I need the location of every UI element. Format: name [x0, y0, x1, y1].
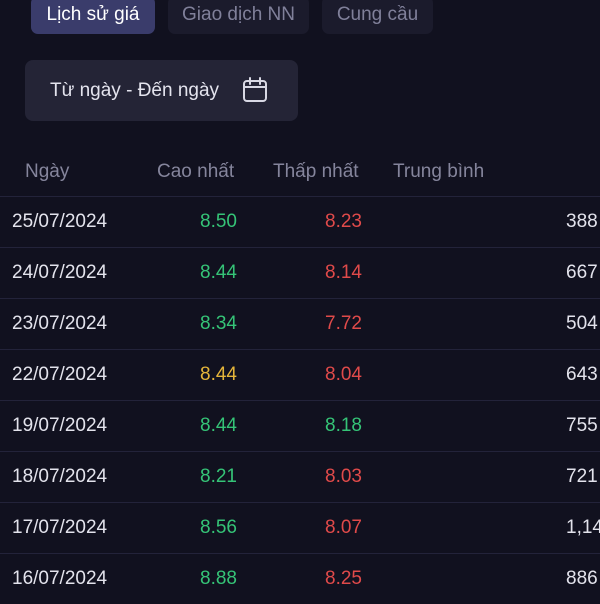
table-row[interactable]: 23/07/2024 8.34 7.72 504: [0, 298, 600, 349]
cell-high: 8.44: [200, 262, 237, 283]
table-row[interactable]: 17/07/2024 8.56 8.07 1,149: [0, 502, 600, 553]
table-row[interactable]: 24/07/2024 8.44 8.14 667: [0, 247, 600, 298]
cell-high: 8.44: [200, 364, 237, 385]
date-range-label: Từ ngày - Đến ngày: [50, 80, 220, 101]
cell-date: 25/07/2024: [12, 211, 108, 232]
cell-low: 8.25: [325, 568, 362, 589]
cell-average: 886: [566, 568, 598, 589]
cell-date: 24/07/2024: [12, 262, 108, 283]
cell-high: 8.50: [200, 211, 237, 232]
tab-foreign-trading[interactable]: Giao dịch NN: [168, 0, 309, 34]
price-history-table: 25/07/2024 8.50 8.23 388 24/07/2024 8.44…: [0, 196, 600, 604]
cell-average: 1,149: [566, 517, 600, 538]
header-date[interactable]: Ngày: [25, 158, 69, 186]
cell-low: 8.14: [325, 262, 362, 283]
cell-date: 19/07/2024: [12, 415, 108, 436]
cell-low: 8.23: [325, 211, 362, 232]
cell-date: 23/07/2024: [12, 313, 108, 334]
cell-high: 8.44: [200, 415, 237, 436]
calendar-icon[interactable]: [242, 77, 268, 103]
cell-date: 22/07/2024: [12, 364, 108, 385]
table-row[interactable]: 25/07/2024 8.50 8.23 388: [0, 196, 600, 247]
cell-average: 643: [566, 364, 598, 385]
cell-high: 8.34: [200, 313, 237, 334]
header-high[interactable]: Cao nhất: [157, 158, 234, 186]
tab-supply-demand[interactable]: Cung cầu: [322, 0, 433, 34]
cell-low: 8.18: [325, 415, 362, 436]
cell-high: 8.21: [200, 466, 237, 487]
cell-average: 667: [566, 262, 598, 283]
cell-low: 7.72: [325, 313, 362, 334]
cell-average: 755: [566, 415, 598, 436]
cell-average: 388: [566, 211, 598, 232]
cell-high: 8.56: [200, 517, 237, 538]
cell-high: 8.88: [200, 568, 237, 589]
table-row[interactable]: 16/07/2024 8.88 8.25 886: [0, 553, 600, 604]
header-average[interactable]: Trung bình: [393, 158, 484, 186]
table-row[interactable]: 18/07/2024 8.21 8.03 721: [0, 451, 600, 502]
tab-price-history[interactable]: Lịch sử giá: [31, 0, 155, 34]
cell-average: 721: [566, 466, 598, 487]
cell-low: 8.07: [325, 517, 362, 538]
table-row[interactable]: 22/07/2024 8.44 8.04 643: [0, 349, 600, 400]
table-row[interactable]: 19/07/2024 8.44 8.18 755: [0, 400, 600, 451]
header-low[interactable]: Thấp nhất: [273, 158, 359, 186]
cell-date: 18/07/2024: [12, 466, 108, 487]
cell-low: 8.03: [325, 466, 362, 487]
cell-low: 8.04: [325, 364, 362, 385]
cell-date: 17/07/2024: [12, 517, 108, 538]
cell-average: 504: [566, 313, 598, 334]
tab-bar: Lịch sử giá Giao dịch NN Cung cầu: [0, 0, 600, 36]
cell-date: 16/07/2024: [12, 568, 108, 589]
